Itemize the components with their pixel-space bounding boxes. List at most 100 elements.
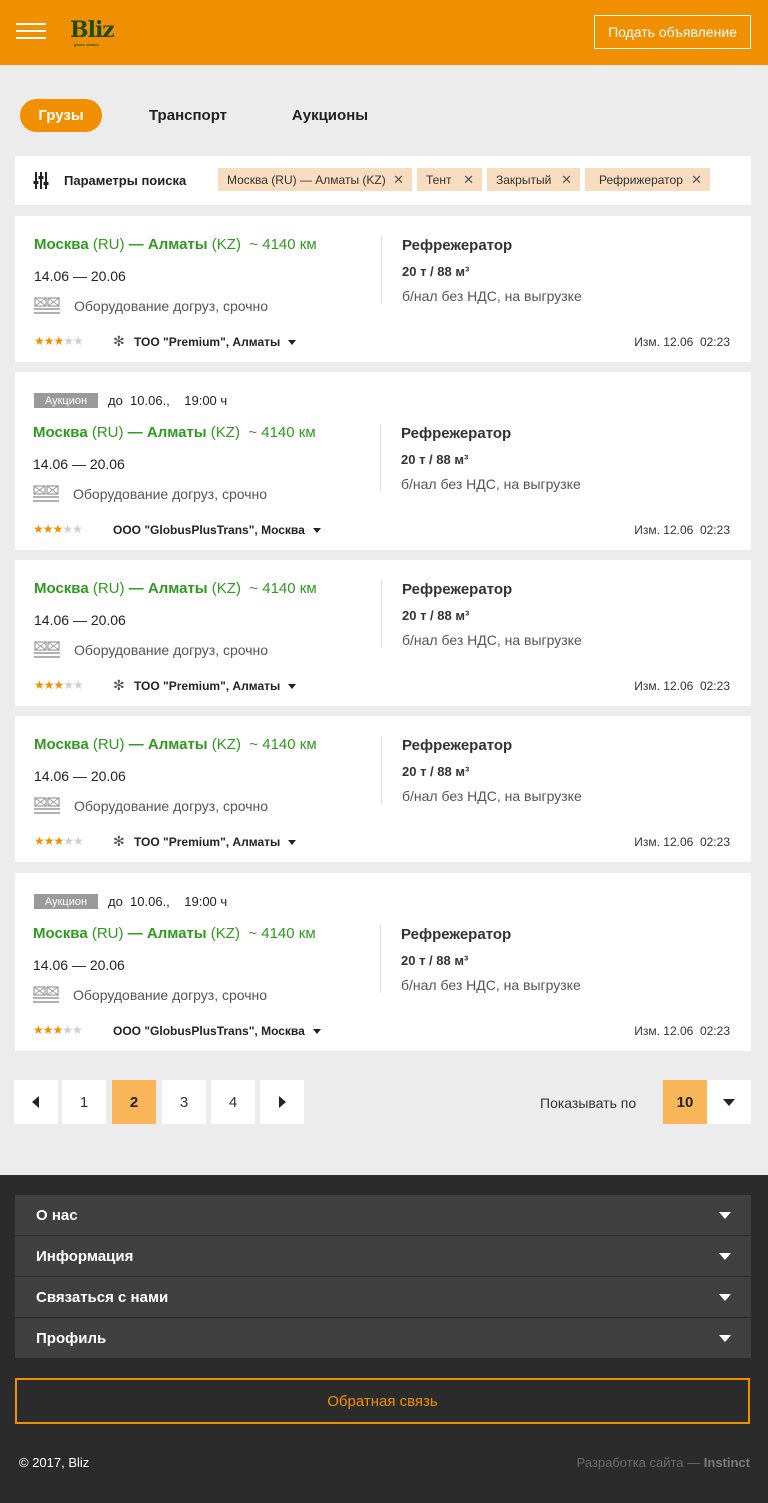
footer-section-info[interactable]: Информация <box>15 1236 751 1276</box>
post-ad-button[interactable]: Подать объявление <box>594 15 751 49</box>
vehicle-type: Рефрежератор <box>401 926 512 943</box>
weight-volume: 20 т / 88 м³ <box>401 452 469 467</box>
prev-page-button[interactable] <box>14 1080 58 1124</box>
payment-terms: б/нал без НДС, на выгрузке <box>402 788 582 804</box>
chip-label: Москва (RU) — Алматы (KZ) <box>227 172 386 187</box>
rating-stars: ★★★★★ <box>33 522 83 536</box>
dates: 14.06 — 20.06 <box>33 957 125 973</box>
weight-volume: 20 т / 88 м³ <box>402 264 470 279</box>
modified-time: Изм. 12.06 02:23 <box>634 835 730 849</box>
per-page-dropdown-icon[interactable] <box>707 1080 751 1124</box>
auction-badge: Аукцион <box>34 393 98 408</box>
tab-transport[interactable]: Транспорт <box>138 99 238 132</box>
payment-terms: б/нал без НДС, на выгрузке <box>402 288 582 304</box>
rating-stars: ★★★★★ <box>34 334 84 348</box>
top-header: Bliz green choice Подать объявление <box>0 0 768 65</box>
vehicle-type: Рефрежератор <box>402 237 513 254</box>
page-1-button[interactable]: 1 <box>62 1080 106 1124</box>
company-dropdown[interactable]: ТОО "Premium", Алматы <box>134 835 297 849</box>
listing-card[interactable]: Аукцион до 10.06., 19:00 ч Москва (RU) —… <box>15 873 751 1051</box>
search-filters-bar: Параметры поиска Москва (RU) — Алматы (K… <box>15 156 751 205</box>
remove-chip-icon[interactable]: ✕ <box>691 172 702 188</box>
auction-deadline: до 10.06., 19:00 ч <box>108 393 228 408</box>
vehicle-type: Рефрежератор <box>402 581 513 598</box>
pallet-icon <box>33 485 59 502</box>
divider <box>381 236 382 304</box>
feedback-button[interactable]: Обратная связь <box>15 1378 750 1424</box>
auction-deadline: до 10.06., 19:00 ч <box>108 894 228 909</box>
chip-label: Рефрижератор <box>599 172 683 187</box>
vehicle-type: Рефрежератор <box>402 737 513 754</box>
company-dropdown[interactable]: ТОО "Premium", Алматы <box>134 335 297 349</box>
equipment: Оборудование догруз, срочно <box>73 486 268 502</box>
dates: 14.06 — 20.06 <box>34 612 126 628</box>
page-4-button[interactable]: 4 <box>211 1080 255 1124</box>
remove-chip-icon[interactable]: ✕ <box>463 172 474 188</box>
weight-volume: 20 т / 88 м³ <box>402 608 470 623</box>
equipment: Оборудование догруз, срочно <box>74 298 269 314</box>
menu-icon[interactable] <box>16 20 46 42</box>
auction-badge: Аукцион <box>34 894 98 909</box>
dates: 14.06 — 20.06 <box>33 456 125 472</box>
chevron-down-icon <box>719 1253 731 1260</box>
footer-section-contact[interactable]: Связаться с нами <box>15 1277 751 1317</box>
route[interactable]: Москва (RU) — Алматы (KZ) ~ 4140 км <box>34 580 317 597</box>
divider <box>380 925 381 993</box>
company-dropdown[interactable]: ООО "GlobusPlusTrans", Москва <box>113 523 321 537</box>
vehicle-type: Рефрежератор <box>401 425 512 442</box>
listing-card[interactable]: Аукцион до 10.06., 19:00 ч Москва (RU) —… <box>15 372 751 550</box>
developer-credit[interactable]: Разработка сайта — Instinct <box>577 1455 750 1470</box>
sliders-icon[interactable] <box>33 172 49 189</box>
chip-label: Закрытый <box>496 172 552 187</box>
route[interactable]: Москва (RU) — Алматы (KZ) ~ 4140 км <box>33 925 316 942</box>
remove-chip-icon[interactable]: ✕ <box>561 172 572 188</box>
next-page-button[interactable] <box>260 1080 304 1124</box>
payment-terms: б/нал без НДС, на выгрузке <box>402 632 582 648</box>
page-2-button[interactable]: 2 <box>112 1080 156 1124</box>
section-label: Профиль <box>36 1330 107 1347</box>
filter-chip-tent: Тент ✕ <box>417 168 482 191</box>
chevron-down-icon <box>312 1029 321 1035</box>
route[interactable]: Москва (RU) — Алматы (KZ) ~ 4140 км <box>34 736 317 753</box>
footer-section-profile[interactable]: Профиль <box>15 1318 751 1358</box>
copyright: © 2017, Bliz <box>19 1455 90 1470</box>
site-logo[interactable]: Bliz green choice <box>70 17 115 47</box>
arrow-right-icon <box>279 1096 286 1108</box>
remove-chip-icon[interactable]: ✕ <box>393 172 404 188</box>
pallet-icon <box>34 641 60 658</box>
filter-chip-route: Москва (RU) — Алматы (KZ) ✕ <box>218 168 412 191</box>
verified-icon: ✻ <box>113 677 125 693</box>
dates: 14.06 — 20.06 <box>34 268 126 284</box>
filter-chip-reefer: Рефрижератор ✕ <box>585 168 710 191</box>
page-3-button[interactable]: 3 <box>162 1080 206 1124</box>
tab-cargo[interactable]: Грузы <box>20 99 102 132</box>
equipment: Оборудование догруз, срочно <box>74 642 269 658</box>
tab-auctions[interactable]: Аукционы <box>282 99 378 132</box>
chevron-down-icon <box>312 528 321 534</box>
route[interactable]: Москва (RU) — Алматы (KZ) ~ 4140 км <box>33 424 316 441</box>
section-label: Связаться с нами <box>36 1289 169 1306</box>
section-label: Информация <box>36 1248 134 1265</box>
listing-card[interactable]: Москва (RU) — Алматы (KZ) ~ 4140 км 14.0… <box>15 560 751 706</box>
company-dropdown[interactable]: ООО "GlobusPlusTrans", Москва <box>113 1024 321 1038</box>
per-page-value[interactable]: 10 <box>663 1080 707 1124</box>
footer-section-about[interactable]: О нас <box>15 1195 751 1235</box>
payment-terms: б/нал без НДС, на выгрузке <box>401 476 581 492</box>
chevron-down-icon <box>719 1212 731 1219</box>
rating-stars: ★★★★★ <box>34 834 84 848</box>
modified-time: Изм. 12.06 02:23 <box>634 679 730 693</box>
arrow-left-icon <box>32 1096 39 1108</box>
pallet-icon <box>33 986 59 1003</box>
verified-icon: ✻ <box>113 333 125 349</box>
weight-volume: 20 т / 88 м³ <box>401 953 469 968</box>
listing-card[interactable]: Москва (RU) — Алматы (KZ) ~ 4140 км 14.0… <box>15 716 751 862</box>
chevron-down-icon <box>719 1335 731 1342</box>
chevron-down-icon <box>288 684 297 690</box>
company-dropdown[interactable]: ТОО "Premium", Алматы <box>134 679 297 693</box>
rating-stars: ★★★★★ <box>34 678 84 692</box>
modified-time: Изм. 12.06 02:23 <box>634 335 730 349</box>
modified-time: Изм. 12.06 02:23 <box>634 1024 730 1038</box>
route[interactable]: Москва (RU) — Алматы (KZ) ~ 4140 км <box>34 236 317 253</box>
listing-card[interactable]: Москва (RU) — Алматы (KZ) ~ 4140 км 14.0… <box>15 216 751 362</box>
pallet-icon <box>34 797 60 814</box>
